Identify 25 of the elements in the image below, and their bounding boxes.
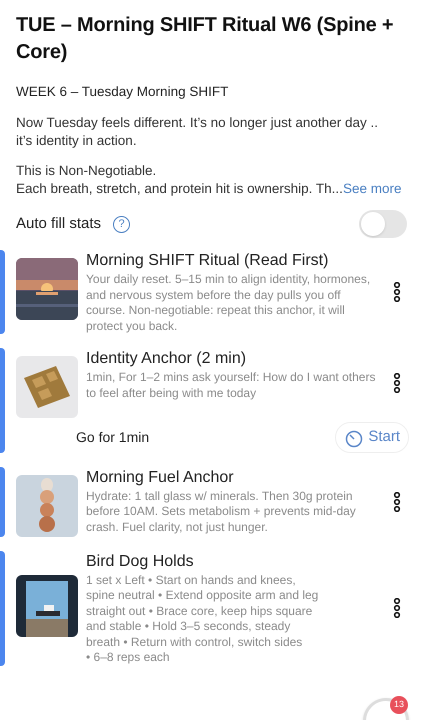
item-description: Your daily reset. 5–15 min to align identity, hormones, and nervous system before the day pulls you off course. Non-negotiable: repeat this anchor, it will protect you back. — [86, 272, 372, 334]
item-accent-bar — [0, 466, 5, 537]
item-description: Hydrate: 1 tall glass w/ minerals. Then 30g protein before 10AM. Sets metabolism + prevents mid-day crash. Fuel clarity, not just hunger. — [86, 488, 357, 536]
more-icon[interactable] — [393, 282, 401, 302]
more-icon[interactable] — [393, 598, 401, 618]
more-icon[interactable] — [393, 373, 401, 394]
see-more-link[interactable]: See more — [342, 181, 402, 196]
item-title[interactable]: Bird Dog Holds — [86, 550, 379, 573]
item-title[interactable]: Morning SHIFT Ritual (Read First) — [86, 250, 379, 272]
count-badge: 13 — [390, 696, 408, 714]
page-title: TUE – Morning SHIFT Ritual W6 (Spine + Core) — [16, 13, 394, 65]
body-text: Each breath, stretch, and protein hit is ownership. Th... — [16, 181, 343, 196]
help-icon[interactable]: ? — [113, 216, 130, 233]
item-title[interactable]: Identity Anchor (2 min) — [86, 348, 379, 370]
week-heading: WEEK 6 – Tuesday Morning SHIFT — [16, 83, 230, 101]
more-icon[interactable] — [393, 492, 401, 512]
item-title[interactable]: Morning Fuel Anchor — [86, 466, 379, 489]
intro-text: Now Tuesday feels different. It’s no longer just another day .. it’s identity in action. — [16, 114, 379, 150]
item-description: 1min, For 1–2 mins ask yourself: How do I want others to feel after being with me today — [86, 370, 376, 402]
start-button[interactable]: Start — [335, 422, 409, 453]
item-description: 1 set x Left • Start on hands and knees, spine neutral • Extend opposite arm and leg straight out • Brace core, keep hips square and stable • Hold 3–5 seconds, steady breath • Return with control, switch sides • 6–8 reps each — [86, 572, 320, 666]
auto-fill-label: Auto fill stats — [16, 214, 102, 234]
item-duration: Go for 1min — [76, 428, 150, 447]
body-text: This is Non-Negotiable. — [16, 162, 158, 180]
toggle-switch[interactable] — [359, 210, 407, 238]
